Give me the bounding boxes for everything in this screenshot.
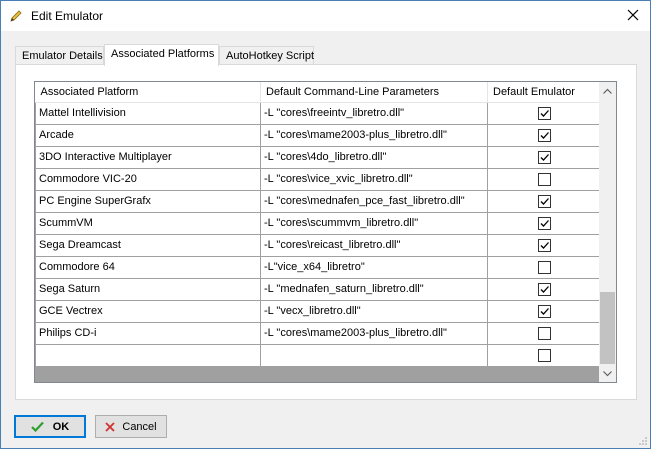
default-emulator-cell xyxy=(487,343,602,367)
table-row[interactable]: Arcade -L "cores\mame2003-plus_libretro.d… xyxy=(35,123,602,147)
platform-cell[interactable]: Mattel Intellivision xyxy=(35,101,261,125)
default-emulator-checkbox[interactable] xyxy=(538,216,551,230)
default-emulator-cell xyxy=(487,277,602,301)
params-cell[interactable] xyxy=(260,343,488,367)
default-emulator-checkbox[interactable] xyxy=(538,238,551,252)
default-emulator-checkbox[interactable] xyxy=(538,348,551,362)
resize-grip[interactable] xyxy=(638,436,648,446)
params-cell[interactable]: -L "cores\mednafen_pce_fast_libretro.dll… xyxy=(260,189,488,213)
default-emulator-checkbox[interactable] xyxy=(538,194,551,208)
default-emulator-cell xyxy=(487,255,602,279)
platform-cell[interactable]: Commodore 64 xyxy=(35,255,261,279)
default-emulator-checkbox[interactable] xyxy=(538,106,551,120)
default-emulator-cell xyxy=(487,189,602,213)
table-row[interactable]: Commodore VIC-20 -L "cores\vice_xvic_libr… xyxy=(35,167,602,191)
default-emulator-checkbox[interactable] xyxy=(538,326,551,340)
default-emulator-checkbox[interactable] xyxy=(538,150,551,164)
params-cell[interactable]: -L "cores\mame2003-plus_libretro.dll" xyxy=(260,321,488,345)
table-row[interactable]: PC Engine SuperGrafx -L "cores\mednafen_p… xyxy=(35,189,602,213)
chevron-up-icon xyxy=(603,85,612,97)
checkmark-icon xyxy=(30,421,44,432)
default-emulator-cell xyxy=(487,145,602,169)
tab-associated-platforms[interactable]: Associated Platforms xyxy=(104,44,219,66)
default-emulator-cell xyxy=(487,167,602,191)
pencil-icon xyxy=(9,9,23,23)
params-cell[interactable]: -L "vecx_libretro.dll" xyxy=(260,299,488,323)
column-header-params[interactable]: Default Command-Line Parameters xyxy=(260,82,488,103)
platforms-table: Associated Platform Default Command-Line… xyxy=(35,82,602,367)
table-row[interactable]: Sega Saturn -L "mednafen_saturn_libretro.… xyxy=(35,277,602,301)
tab-label: Emulator Details xyxy=(22,50,103,62)
header-row: Associated Platform Default Command-Line… xyxy=(35,82,602,103)
params-cell[interactable]: -L "mednafen_saturn_libretro.dll" xyxy=(260,277,488,301)
platform-cell[interactable]: Commodore VIC-20 xyxy=(35,167,261,191)
vertical-scrollbar[interactable] xyxy=(599,82,616,382)
edit-emulator-window: Edit Emulator Emulator Details Associate… xyxy=(0,0,651,449)
platform-cell[interactable]: ScummVM xyxy=(35,211,261,235)
table-row[interactable]: Sega Dreamcast -L "cores\reicast_libretro… xyxy=(35,233,602,257)
platform-cell[interactable]: Philips CD-i xyxy=(35,321,261,345)
default-emulator-cell xyxy=(487,211,602,235)
params-cell[interactable]: -L"vice_x64_libretro" xyxy=(260,255,488,279)
close-icon xyxy=(627,9,639,24)
params-cell[interactable]: -L "cores\scummvm_libretro.dll" xyxy=(260,211,488,235)
default-emulator-checkbox[interactable] xyxy=(538,260,551,274)
default-emulator-checkbox[interactable] xyxy=(538,172,551,186)
params-cell[interactable]: -L "cores\mame2003-plus_libretro.dll" xyxy=(260,123,488,147)
table-row[interactable]: Mattel Intellivision -L "cores\freeintv_l… xyxy=(35,101,602,125)
window-title: Edit Emulator xyxy=(31,9,104,23)
table-row[interactable]: 3DO Interactive Multiplayer -L "cores\4do… xyxy=(35,145,602,169)
table-row[interactable]: ScummVM -L "cores\scummvm_libretro.dll" xyxy=(35,211,602,235)
cancel-button[interactable]: Cancel xyxy=(95,415,167,438)
platform-cell[interactable]: Arcade xyxy=(35,123,261,147)
chevron-down-icon xyxy=(603,368,612,380)
table-row[interactable]: GCE Vectrex -L "vecx_libretro.dll" xyxy=(35,299,602,323)
params-cell[interactable]: -L "cores\freeintv_libretro.dll" xyxy=(260,101,488,125)
default-emulator-checkbox[interactable] xyxy=(538,304,551,318)
table-row[interactable] xyxy=(35,343,602,367)
platform-cell[interactable]: 3DO Interactive Multiplayer xyxy=(35,145,261,169)
grid-viewport: Associated Platform Default Command-Line… xyxy=(35,82,602,382)
platform-cell[interactable]: Sega Dreamcast xyxy=(35,233,261,257)
close-button[interactable] xyxy=(616,1,650,31)
platform-cell[interactable]: PC Engine SuperGrafx xyxy=(35,189,261,213)
default-emulator-cell xyxy=(487,299,602,323)
column-header-default[interactable]: Default Emulator xyxy=(487,82,602,103)
params-cell[interactable]: -L "cores\reicast_libretro.dll" xyxy=(260,233,488,257)
scroll-up-button[interactable] xyxy=(599,82,616,99)
associated-platforms-panel: Associated Platform Default Command-Line… xyxy=(15,64,637,400)
ok-button[interactable]: OK xyxy=(14,415,86,438)
platforms-grid: Associated Platform Default Command-Line… xyxy=(34,81,617,383)
scroll-down-button[interactable] xyxy=(599,365,616,382)
default-emulator-checkbox[interactable] xyxy=(538,282,551,296)
tab-emulator-details[interactable]: Emulator Details xyxy=(15,46,104,66)
platform-cell[interactable]: GCE Vectrex xyxy=(35,299,261,323)
default-emulator-cell xyxy=(487,123,602,147)
grid-empty-area xyxy=(35,367,601,382)
tab-autohotkey-script[interactable]: AutoHotkey Script xyxy=(219,46,314,66)
default-emulator-checkbox[interactable] xyxy=(538,128,551,142)
cancel-label: Cancel xyxy=(122,420,157,433)
default-emulator-cell xyxy=(487,233,602,257)
platform-cell[interactable]: Sega Saturn xyxy=(35,277,261,301)
scroll-thumb[interactable] xyxy=(600,292,615,364)
params-cell[interactable]: -L "cores\vice_xvic_libretro.dll" xyxy=(260,167,488,191)
tab-label: Associated Platforms xyxy=(111,48,215,60)
table-row[interactable]: Commodore 64 -L"vice_x64_libretro" xyxy=(35,255,602,279)
params-cell[interactable]: -L "cores\4do_libretro.dll" xyxy=(260,145,488,169)
default-emulator-cell xyxy=(487,321,602,345)
x-mark-icon xyxy=(105,421,116,432)
tab-label: AutoHotkey Script xyxy=(226,50,315,62)
default-emulator-cell xyxy=(487,101,602,125)
table-row[interactable]: Philips CD-i -L "cores\mame2003-plus_libr… xyxy=(35,321,602,345)
ok-label: OK xyxy=(52,420,70,433)
column-header-platform[interactable]: Associated Platform xyxy=(35,82,261,103)
title-bar: Edit Emulator xyxy=(1,1,650,31)
platform-cell[interactable] xyxy=(35,343,261,367)
